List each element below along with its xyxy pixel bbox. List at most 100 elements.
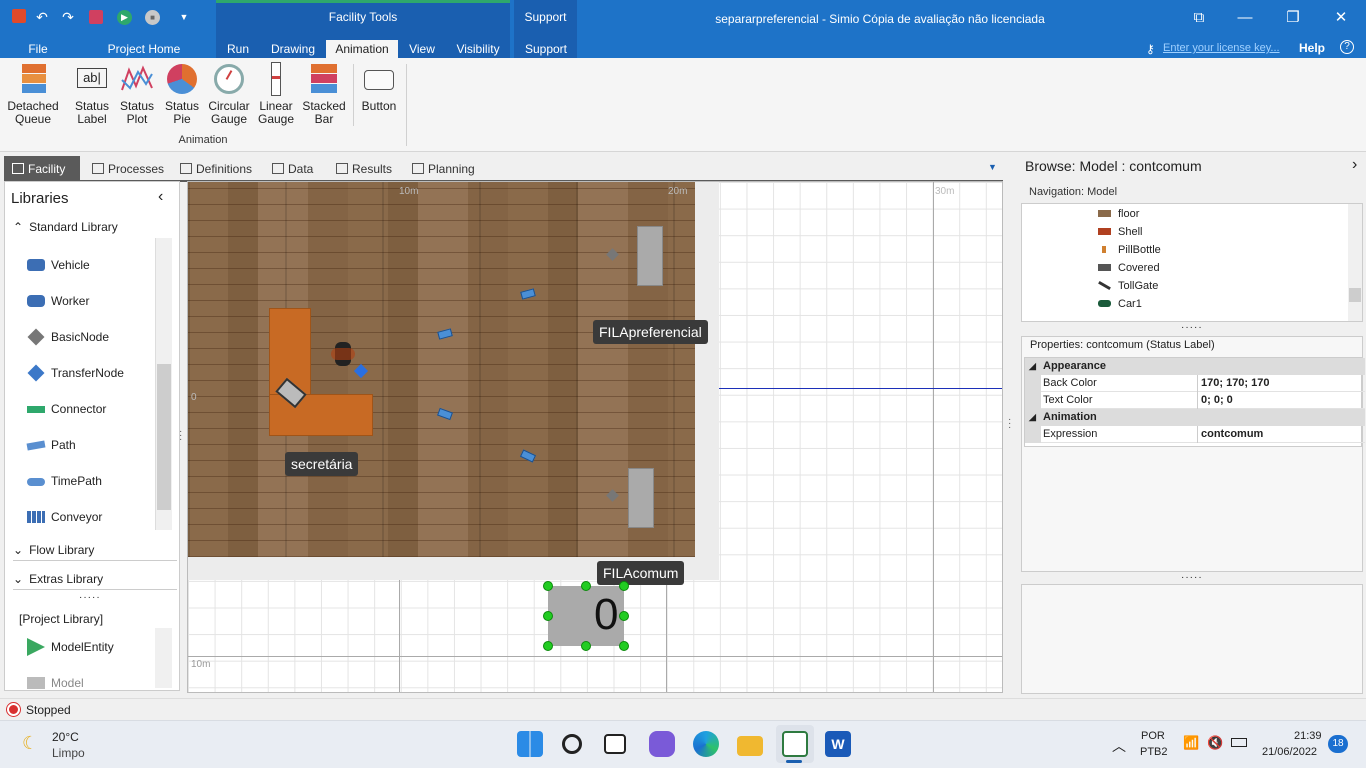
help-icon[interactable]: ?	[1340, 40, 1354, 54]
nav-item-floor[interactable]: floor	[1098, 206, 1139, 222]
selection-handle-bl[interactable]	[543, 641, 553, 651]
library-scrollbar[interactable]	[155, 238, 172, 530]
save-icon[interactable]	[89, 10, 103, 24]
weather-temp[interactable]: 20°C	[52, 730, 79, 744]
nav-scrollbar[interactable]	[1348, 204, 1362, 321]
customize-qat-icon[interactable]: ▼	[176, 9, 192, 25]
property-grid[interactable]: ◢ Appearance Back Color 170; 170; 170 Text…	[1024, 357, 1365, 447]
circular-gauge-button[interactable]: Circular Gauge	[206, 62, 252, 126]
project-library-scrollbar[interactable]	[155, 628, 172, 688]
minimize-button[interactable]: —	[1222, 0, 1268, 36]
selection-handle-tl[interactable]	[543, 581, 553, 591]
tab-view[interactable]: View	[404, 40, 440, 58]
restore-ribbon-icon[interactable]: ⧉	[1176, 0, 1222, 36]
library-scrollbar-thumb[interactable]	[157, 364, 171, 510]
standard-library-header[interactable]: ⌃ Standard Library	[13, 220, 177, 234]
lib-item-connector[interactable]: Connector	[27, 400, 106, 418]
nav-item-car1[interactable]: Car1	[1098, 296, 1142, 312]
extras-library-header[interactable]: ⌄ Extras Library	[13, 572, 177, 590]
expand-browse-icon[interactable]: ›	[1352, 156, 1357, 174]
category-appearance[interactable]: ◢ Appearance	[1025, 358, 1365, 375]
run-icon[interactable]: ▶	[117, 10, 132, 25]
label-fila-comum[interactable]: FILAcomum	[597, 561, 685, 585]
chevron-up-icon[interactable]: ︿	[1112, 736, 1126, 756]
word-icon[interactable]: W	[825, 731, 851, 757]
file-explorer-icon[interactable]	[737, 736, 763, 756]
windows-start-icon[interactable]	[517, 731, 543, 757]
lib-item-conveyor[interactable]: Conveyor	[27, 508, 102, 526]
redo-icon[interactable]: ↷	[60, 9, 76, 25]
desk-horizontal[interactable]	[269, 394, 373, 436]
splitter-grip[interactable]: ·····	[79, 592, 101, 603]
prop-row-expression[interactable]: Expression contcomum	[1025, 426, 1365, 443]
nav-scrollbar-thumb[interactable]	[1349, 288, 1361, 302]
undo-icon[interactable]: ↶	[34, 9, 50, 25]
tab-project-home[interactable]: Project Home	[100, 40, 188, 58]
tab-definitions[interactable]: Definitions	[176, 158, 252, 180]
prop-row-text-color[interactable]: Text Color 0; 0; 0	[1025, 392, 1365, 409]
status-plot-button[interactable]: Status Plot	[116, 62, 158, 126]
stop-icon[interactable]: ■	[145, 10, 160, 25]
clock-date[interactable]: 21/06/2022	[1262, 746, 1317, 758]
fila-preferencial-server[interactable]	[637, 226, 663, 286]
close-button[interactable]: ✕	[1318, 0, 1364, 36]
battery-icon[interactable]	[1231, 738, 1247, 747]
stacked-bar-button[interactable]: Stacked Bar	[300, 62, 348, 126]
collapse-libraries-icon[interactable]: ‹	[158, 188, 163, 206]
flow-library-header[interactable]: ⌄ Flow Library	[13, 543, 177, 561]
maximize-button[interactable]: ❐	[1270, 0, 1316, 36]
lang-line2[interactable]: PTB2	[1140, 746, 1168, 758]
navigation-tree[interactable]: floor Shell PillBottle Covered TollGate …	[1021, 203, 1363, 322]
tab-facility[interactable]: Facility	[8, 158, 65, 180]
tab-processes[interactable]: Processes	[88, 158, 164, 180]
left-splitter-grip[interactable]: · · ·	[179, 427, 182, 445]
fila-comum-server[interactable]	[628, 468, 654, 528]
selection-handle-bc[interactable]	[581, 641, 591, 651]
right-splitter-grip[interactable]: · · ·	[1008, 415, 1011, 433]
prop-back-color-value[interactable]: 170; 170; 170	[1201, 375, 1270, 392]
prop-text-color-value[interactable]: 0; 0; 0	[1201, 392, 1233, 409]
tab-planning[interactable]: Planning	[408, 158, 475, 180]
lib-item-transfernode[interactable]: TransferNode	[27, 364, 124, 382]
tab-support[interactable]: Support	[516, 40, 576, 58]
lib-item-vehicle[interactable]: Vehicle	[27, 256, 90, 274]
task-view-icon[interactable]	[604, 734, 626, 754]
tab-results[interactable]: Results	[332, 158, 392, 180]
prop-row-back-color[interactable]: Back Color 170; 170; 170	[1025, 375, 1365, 392]
category-animation[interactable]: ◢ Animation	[1025, 409, 1365, 426]
license-link[interactable]: Enter your license key...	[1163, 42, 1280, 54]
selection-handle-mr[interactable]	[619, 611, 629, 621]
facility-canvas[interactable]: 10m 20m 30m 0 10m secretária FILAprefere…	[187, 181, 1003, 693]
wifi-icon[interactable]: 📶	[1183, 735, 1199, 751]
label-fila-preferencial[interactable]: FILApreferencial	[593, 320, 708, 344]
selection-handle-ml[interactable]	[543, 611, 553, 621]
selection-handle-tr[interactable]	[619, 581, 629, 591]
status-pie-button[interactable]: Status Pie	[160, 62, 204, 126]
tab-data[interactable]: Data	[268, 158, 313, 180]
nav-item-tollgate[interactable]: TollGate	[1098, 278, 1158, 294]
label-secretaria[interactable]: secretária	[285, 452, 359, 476]
prop-expression-value[interactable]: contcomum	[1201, 426, 1263, 443]
nav-item-covered[interactable]: Covered	[1098, 260, 1160, 276]
lib-item-worker[interactable]: Worker	[27, 292, 89, 310]
help-menu[interactable]: Help	[1299, 41, 1325, 55]
tab-drawing[interactable]: Drawing	[266, 40, 320, 58]
tab-run[interactable]: Run	[220, 40, 256, 58]
detached-queue-button[interactable]: Detached Queue	[6, 62, 60, 126]
nav-splitter-grip[interactable]: ·····	[1181, 322, 1203, 333]
weather-condition[interactable]: Limpo	[52, 746, 85, 760]
selection-handle-tc[interactable]	[581, 581, 591, 591]
speaker-muted-icon[interactable]: 🔇	[1207, 735, 1223, 751]
nav-item-shell[interactable]: Shell	[1098, 224, 1142, 240]
props-splitter-grip[interactable]: ·····	[1181, 572, 1203, 583]
status-label-button[interactable]: ab| Status Label	[70, 62, 114, 126]
tab-file[interactable]: File	[18, 40, 58, 58]
lib-item-basicnode[interactable]: BasicNode	[27, 328, 109, 346]
lib-item-timepath[interactable]: TimePath	[27, 472, 102, 490]
tab-visibility[interactable]: Visibility	[450, 40, 506, 58]
button-button[interactable]: Button	[358, 62, 400, 113]
status-label-contcomum[interactable]: 0	[548, 586, 624, 646]
nav-item-pillbottle[interactable]: PillBottle	[1098, 242, 1161, 258]
edge-icon[interactable]	[693, 731, 719, 757]
selection-handle-br[interactable]	[619, 641, 629, 651]
